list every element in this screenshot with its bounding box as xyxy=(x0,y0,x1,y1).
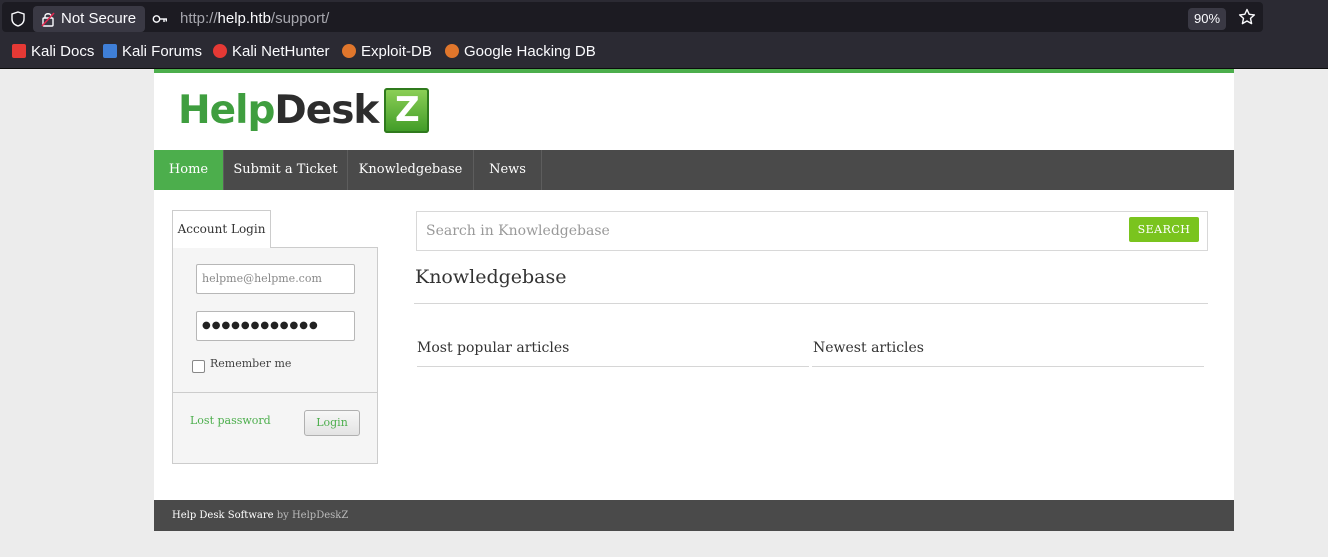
bookmarks-toolbar: Kali Docs Kali Forums Kali NetHunter Exp… xyxy=(0,34,1328,69)
footer-software-link[interactable]: Help Desk Software xyxy=(172,510,274,521)
kali-nethunter-icon xyxy=(213,44,227,58)
newest-divider xyxy=(812,366,1204,367)
bookmark-kali-forums[interactable]: Kali Forums xyxy=(103,34,202,69)
footer: Help Desk Software by HelpDeskZ xyxy=(154,500,1234,531)
newest-heading: Newest articles xyxy=(813,340,924,356)
lost-password-link[interactable]: Lost password xyxy=(190,414,271,427)
top-accent-bar xyxy=(154,69,1234,73)
kali-docs-icon xyxy=(12,44,26,58)
logo-desk: Desk xyxy=(274,88,379,133)
helpdeskz-logo[interactable]: HelpDesk Z xyxy=(178,88,430,134)
password-field[interactable]: ●●●●●●●●●●●● xyxy=(196,311,355,341)
nav-news[interactable]: News xyxy=(474,150,542,190)
nav-knowledgebase[interactable]: Knowledgebase xyxy=(348,150,474,190)
login-divider xyxy=(173,392,377,393)
most-popular-heading: Most popular articles xyxy=(417,340,570,356)
nav-submit-ticket[interactable]: Submit a Ticket xyxy=(224,150,348,190)
tab-account-login[interactable]: Account Login xyxy=(172,210,271,248)
remember-me-label: Remember me xyxy=(210,357,292,370)
ghdb-icon xyxy=(445,44,459,58)
page-title: Knowledgebase xyxy=(415,266,567,288)
not-secure-label: Not Secure xyxy=(61,10,137,27)
title-divider xyxy=(414,303,1208,304)
bookmark-google-hacking-db[interactable]: Google Hacking DB xyxy=(445,34,596,69)
remember-me-checkbox[interactable] xyxy=(192,360,205,373)
bookmark-kali-docs[interactable]: Kali Docs xyxy=(12,34,94,69)
zoom-level[interactable]: 90% xyxy=(1188,8,1226,30)
kali-forums-icon xyxy=(103,44,117,58)
bookmark-star-icon[interactable] xyxy=(1238,8,1256,26)
insecure-lock-icon xyxy=(41,12,55,27)
url-host: help.htb xyxy=(217,10,271,27)
address-bar[interactable]: Not Secure http://help.htb/support/ 90% xyxy=(2,2,1263,32)
logo-help: Help xyxy=(178,88,275,133)
email-field[interactable]: helpme@helpme.com xyxy=(196,264,355,294)
bookmark-label: Kali Forums xyxy=(122,43,203,60)
kb-search-box[interactable]: Search in Knowledgebase SEARCH xyxy=(416,211,1208,251)
url-text[interactable]: http://help.htb/support/ xyxy=(180,4,329,34)
url-prefix: http:// xyxy=(180,10,218,27)
main-nav: Home Submit a Ticket Knowledgebase News xyxy=(154,150,1234,190)
bookmark-label: Google Hacking DB xyxy=(464,43,596,60)
url-path: /support/ xyxy=(270,10,330,27)
exploit-db-icon xyxy=(342,44,356,58)
login-button[interactable]: Login xyxy=(304,410,360,436)
popular-divider xyxy=(417,366,809,367)
page-background xyxy=(0,531,1328,557)
bookmark-kali-nethunter[interactable]: Kali NetHunter xyxy=(213,34,330,69)
bookmark-exploit-db[interactable]: Exploit-DB xyxy=(342,34,432,69)
bookmark-label: Kali NetHunter xyxy=(232,43,330,60)
bookmark-label: Kali Docs xyxy=(31,43,95,60)
nav-home[interactable]: Home xyxy=(154,150,224,190)
bookmark-label: Exploit-DB xyxy=(361,43,432,60)
footer-credit: by HelpDeskZ xyxy=(276,510,349,521)
browser-toolbar: Not Secure http://help.htb/support/ 90% xyxy=(0,0,1328,34)
shield-icon[interactable] xyxy=(11,11,25,27)
logo-z-box: Z xyxy=(384,88,430,133)
helpdesk-page: HelpDesk Z Home Submit a Ticket Knowledge… xyxy=(154,69,1234,531)
key-icon[interactable] xyxy=(152,11,168,27)
not-secure-indicator[interactable]: Not Secure xyxy=(33,6,145,32)
search-button[interactable]: SEARCH xyxy=(1129,217,1199,242)
login-panel: helpme@helpme.com ●●●●●●●●●●●● Remember … xyxy=(172,247,378,464)
kb-search-input[interactable]: Search in Knowledgebase xyxy=(426,212,610,250)
